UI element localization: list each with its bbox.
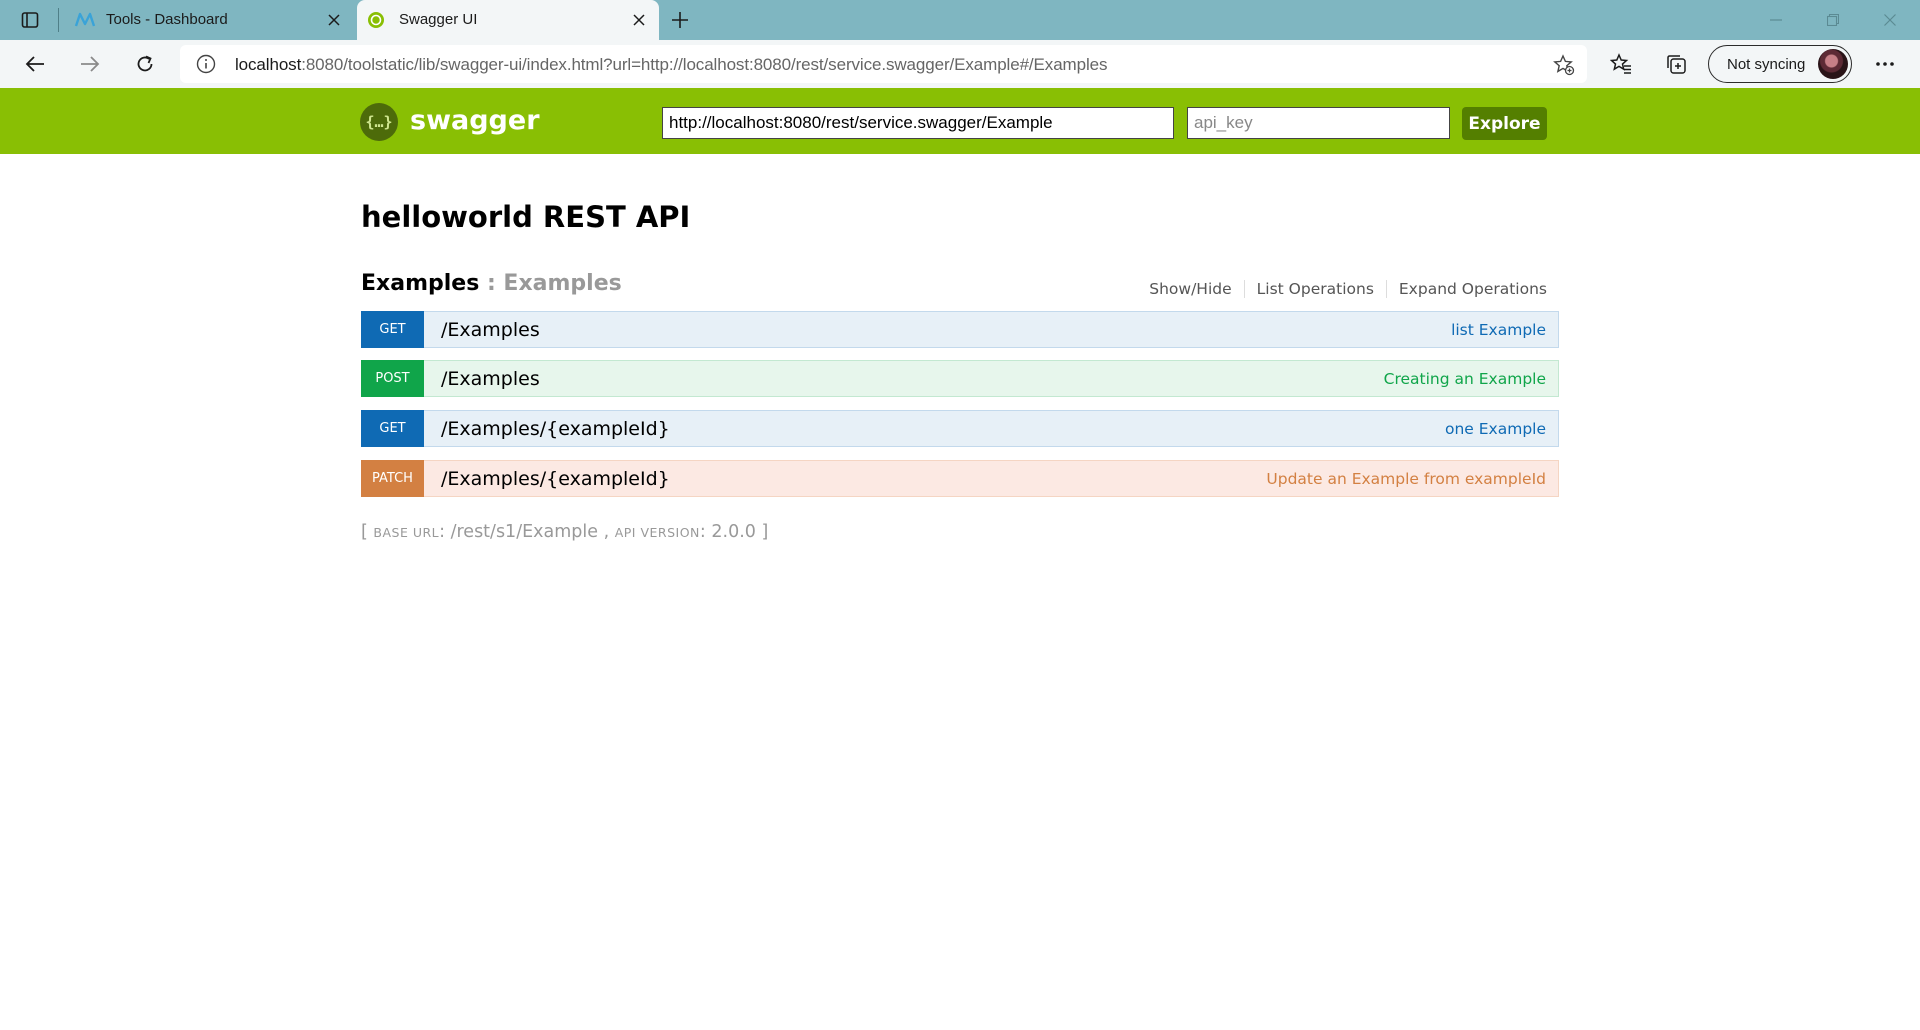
forward-arrow-icon[interactable]: [74, 49, 106, 79]
operation-get-example-by-id[interactable]: GET /Examples/{exampleId} one Example: [361, 410, 1559, 447]
operation-summary[interactable]: list Example: [1451, 321, 1546, 339]
base-url-value: /rest/s1/Example: [450, 522, 599, 542]
resource-description: Examples: [503, 271, 622, 296]
address-url: localhost:8080/toolstatic/lib/swagger-ui…: [235, 55, 1108, 74]
resource-separator: :: [479, 271, 504, 296]
tab-swagger-ui[interactable]: Swagger UI: [357, 0, 659, 40]
api-info-footer: [ BASE URL: /rest/s1/Example , API VERSI…: [361, 522, 769, 542]
resource-heading[interactable]: Examples : Examples: [361, 271, 622, 296]
sync-status-label: Not syncing: [1727, 56, 1806, 73]
base-url-label: BASE URL: [373, 525, 440, 540]
tools-logo-icon: [74, 11, 96, 29]
back-arrow-icon[interactable]: [19, 49, 51, 79]
profile-sync-button[interactable]: Not syncing: [1708, 45, 1852, 83]
address-bar[interactable]: localhost:8080/toolstatic/lib/swagger-ui…: [180, 45, 1587, 83]
spec-url-input[interactable]: [662, 107, 1174, 139]
http-method-badge[interactable]: GET: [361, 311, 424, 348]
expand-operations-link[interactable]: Expand Operations: [1387, 280, 1547, 298]
browser-tab-strip: Tools - Dashboard Swagger UI: [0, 0, 1920, 40]
close-tab-icon[interactable]: [629, 10, 649, 30]
tab-actions-icon[interactable]: [16, 8, 44, 32]
operation-get-examples[interactable]: GET /Examples list Example: [361, 311, 1559, 348]
operation-path[interactable]: /Examples: [441, 368, 540, 390]
operation-summary[interactable]: Creating an Example: [1384, 370, 1546, 388]
tab-tools-dashboard[interactable]: Tools - Dashboard: [64, 0, 354, 40]
resource-options: Show/Hide List Operations Expand Operati…: [1137, 280, 1547, 298]
browser-toolbar: localhost:8080/toolstatic/lib/swagger-ui…: [0, 40, 1920, 88]
swagger-logo-icon[interactable]: {…}: [360, 103, 398, 141]
more-options-icon[interactable]: [1871, 50, 1899, 78]
http-method-badge[interactable]: POST: [361, 360, 424, 397]
explore-button[interactable]: Explore: [1462, 107, 1547, 140]
restore-icon[interactable]: [1813, 6, 1853, 34]
site-info-icon[interactable]: [196, 54, 216, 74]
swagger-logo-text[interactable]: swagger: [410, 105, 540, 136]
operation-summary[interactable]: Update an Example from exampleId: [1266, 470, 1546, 488]
add-favorite-icon[interactable]: [1553, 54, 1575, 76]
list-operations-link[interactable]: List Operations: [1245, 280, 1387, 298]
collections-icon[interactable]: [1662, 50, 1690, 78]
http-method-badge[interactable]: GET: [361, 410, 424, 447]
tab-separator: [58, 8, 59, 32]
refresh-icon[interactable]: [129, 49, 161, 79]
show-hide-link[interactable]: Show/Hide: [1137, 280, 1245, 298]
page-title: helloworld REST API: [361, 200, 691, 234]
close-tab-icon[interactable]: [324, 10, 344, 30]
operation-path[interactable]: /Examples/{exampleId}: [441, 418, 670, 440]
avatar: [1818, 49, 1848, 79]
api-version-value: 2.0.0: [711, 522, 756, 542]
swagger-header: {…} swagger Explore: [0, 88, 1920, 154]
operation-path[interactable]: /Examples/{exampleId}: [441, 468, 670, 490]
operation-post-examples[interactable]: POST /Examples Creating an Example: [361, 360, 1559, 397]
tab-title: Swagger UI: [399, 11, 478, 28]
resource-name[interactable]: Examples: [361, 271, 479, 296]
tab-title: Tools - Dashboard: [106, 11, 228, 28]
api-key-input[interactable]: [1187, 107, 1450, 139]
api-version-label: API VERSION: [614, 525, 700, 540]
operation-path[interactable]: /Examples: [441, 319, 540, 341]
swagger-favicon-icon: [367, 11, 387, 29]
operation-patch-example-by-id[interactable]: PATCH /Examples/{exampleId} Update an Ex…: [361, 460, 1559, 497]
favorites-icon[interactable]: [1607, 50, 1635, 78]
close-window-icon[interactable]: [1870, 6, 1910, 34]
http-method-badge[interactable]: PATCH: [361, 460, 424, 497]
new-tab-icon[interactable]: [668, 8, 692, 32]
operation-summary[interactable]: one Example: [1445, 420, 1546, 438]
minimize-icon[interactable]: [1756, 6, 1796, 34]
